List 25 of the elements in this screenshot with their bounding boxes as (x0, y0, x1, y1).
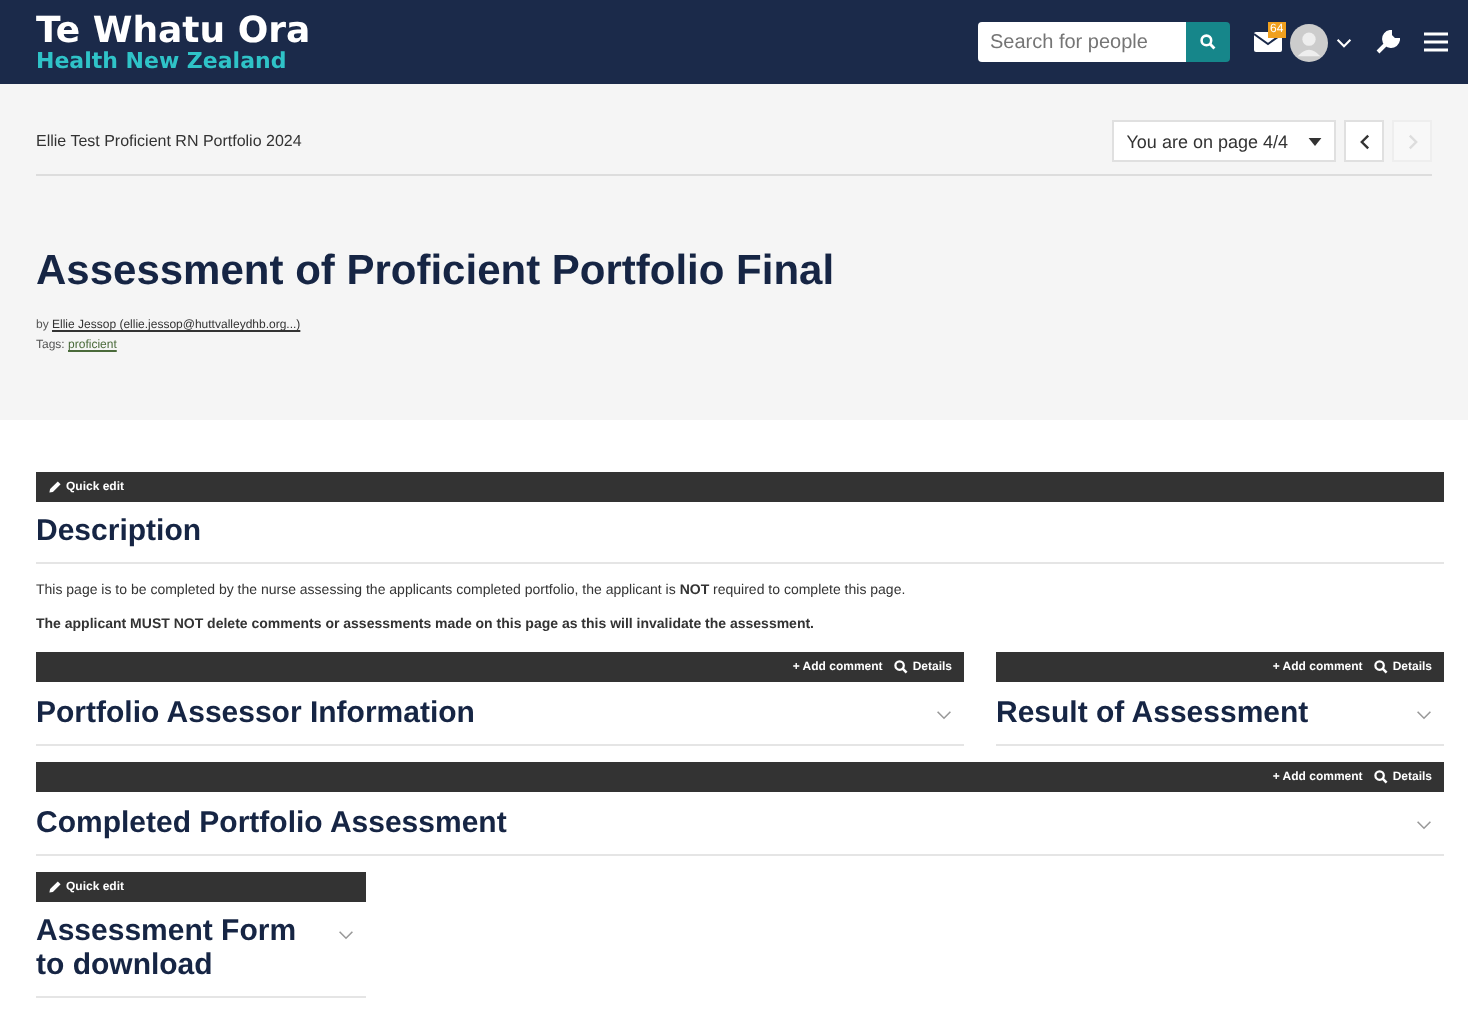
search-field[interactable]: Search for people (978, 22, 1186, 62)
logo-title[interactable]: Te Whatu Ora (36, 13, 311, 49)
caret-icon (1308, 137, 1322, 145)
section-heading: Completed Portfolio Assessment (36, 805, 507, 839)
wrench-icon[interactable] (1376, 30, 1400, 54)
search-icon (894, 660, 909, 674)
pencil-icon (48, 480, 62, 494)
avatar-icon[interactable] (1290, 23, 1328, 61)
search-button[interactable] (1186, 22, 1230, 62)
breadcrumb[interactable]: Ellie Test Proficient RN Portfolio 2024 (36, 132, 1105, 150)
section-heading: Assessment Form to download (36, 914, 299, 982)
search-icon (1374, 660, 1389, 674)
section-heading: Portfolio Assessor Information (36, 695, 475, 729)
section-heading: Description (36, 502, 1444, 564)
menu-icon[interactable] (1424, 32, 1448, 52)
previous-page-button[interactable] (1344, 120, 1384, 162)
page-dropdown[interactable]: You are on page 4/4 (1112, 120, 1336, 162)
section-heading: Result of Assessment (996, 695, 1309, 729)
pencil-icon (48, 880, 62, 894)
page-title: Assessment of Proficient Portfolio Final (36, 248, 837, 296)
chevron-right-icon (1407, 133, 1417, 149)
logo-subtitle[interactable]: Health New Zealand (36, 49, 311, 71)
search-icon (1200, 34, 1216, 50)
search-icon (1374, 770, 1389, 784)
chevron-left-icon (1359, 133, 1369, 149)
